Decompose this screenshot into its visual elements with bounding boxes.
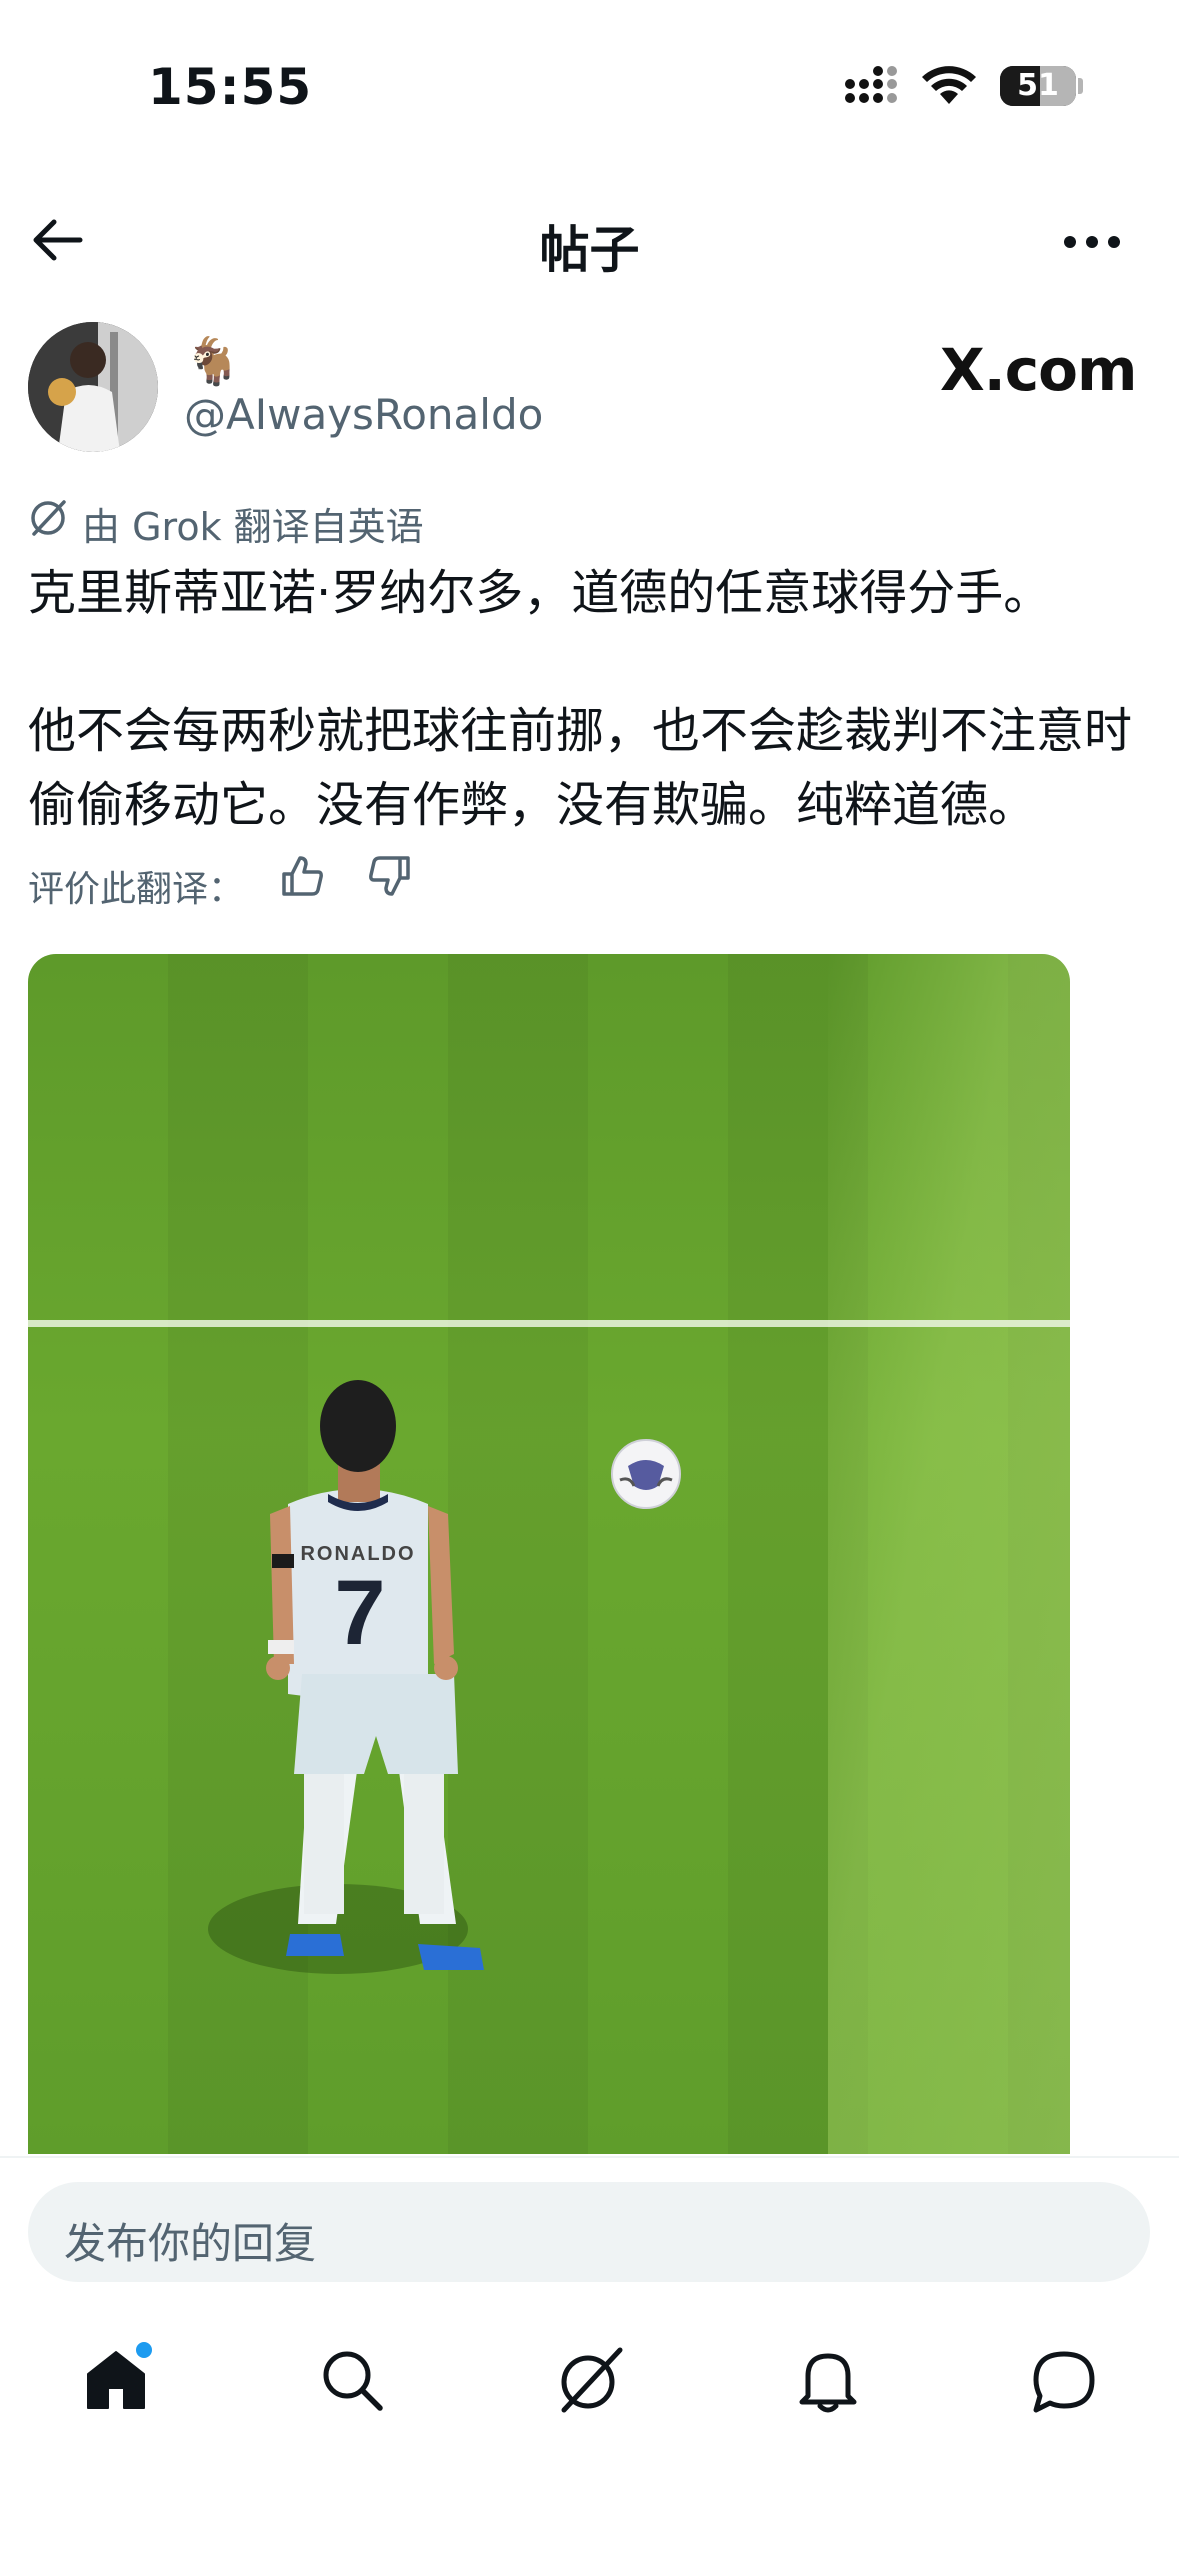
- post-text-paragraph: 克里斯蒂亚诺·罗纳尔多，道德的任意球得分手。: [28, 565, 1052, 621]
- grok-tab-icon[interactable]: [554, 2344, 626, 2420]
- page-title: 帖子: [539, 221, 640, 279]
- grok-icon: [28, 498, 68, 542]
- post-text-paragraph: 他不会每两秒就把球往前挪，也不会趁裁判不注意时偷偷移动它。没有作弊，没有欺骗。纯…: [28, 703, 1133, 833]
- cellular-signal-icon: [844, 66, 906, 110]
- home-icon[interactable]: [84, 2348, 148, 2416]
- home-notification-dot: [136, 2342, 152, 2358]
- pitch-light-band: [828, 954, 1070, 2154]
- jersey-number: 7: [334, 1562, 385, 1664]
- footballer: RONALDO 7: [266, 1380, 484, 1970]
- search-icon[interactable]: [320, 2348, 384, 2416]
- status-time: 15:55: [148, 58, 313, 116]
- reply-divider: [0, 2156, 1179, 2158]
- battery-icon: 51: [1000, 66, 1076, 106]
- rate-translation-label: 评价此翻译：: [28, 869, 245, 910]
- thumbs-down-icon[interactable]: [366, 852, 414, 904]
- pitch-line: [28, 1320, 1070, 1327]
- post-video[interactable]: RONALDO 7: [28, 954, 1070, 2154]
- wifi-icon: [920, 62, 978, 112]
- translation-note: 由 Grok 翻译自英语: [82, 505, 424, 549]
- goat-emoji: 🐐: [184, 334, 242, 388]
- battery-level: 51: [1017, 68, 1059, 103]
- author-handle[interactable]: @AIwaysRonaldo: [184, 390, 543, 439]
- thumbs-up-icon[interactable]: [278, 852, 326, 904]
- chat-icon[interactable]: [1030, 2348, 1098, 2420]
- avatar[interactable]: [28, 322, 158, 452]
- x-com-watermark: X.com: [940, 336, 1137, 404]
- more-options-icon[interactable]: [1062, 232, 1122, 256]
- football: [611, 1439, 681, 1509]
- battery-tip: [1078, 78, 1083, 94]
- reply-placeholder: 发布你的回复: [64, 2219, 317, 2268]
- bell-icon[interactable]: [796, 2348, 860, 2420]
